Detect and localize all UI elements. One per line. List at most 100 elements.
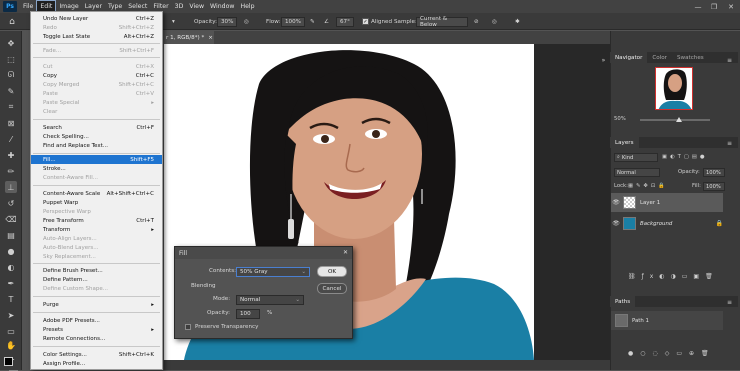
- move-tool-icon[interactable]: ✥: [5, 37, 17, 49]
- healing-brush-tool-icon[interactable]: ✚: [5, 149, 17, 161]
- layer-filter-select[interactable]: ⌕ Kind: [614, 153, 658, 162]
- navigator-zoom[interactable]: 50%: [614, 116, 626, 122]
- layer-filter-icons[interactable]: ▣◐T▢▤●: [662, 154, 708, 160]
- foreground-color-swatch[interactable]: [4, 357, 13, 366]
- blending-label: Blending: [191, 283, 216, 289]
- restore-button[interactable]: ❐: [706, 0, 722, 13]
- menu-item-transform[interactable]: Transform ▸: [31, 225, 162, 234]
- pressure-opacity-icon[interactable]: ◎: [244, 16, 249, 27]
- navigator-zoom-slider[interactable]: [640, 119, 710, 121]
- contents-select[interactable]: 50% Gray ⌄: [236, 267, 310, 277]
- hand-tool-icon[interactable]: ✋: [5, 339, 17, 351]
- crop-tool-icon[interactable]: ⌗: [5, 101, 17, 113]
- dodge-tool-icon[interactable]: ◐: [5, 261, 17, 273]
- paths-footer-icons[interactable]: ●○◌◇▭⊕🗑: [628, 350, 716, 357]
- mode-select[interactable]: Normal ⌄: [236, 295, 304, 305]
- navigator-slider-handle[interactable]: [676, 116, 682, 122]
- menu-item-content-aware-scale[interactable]: Content-Aware Scale Alt+Shift+Ctrl+C: [31, 189, 162, 198]
- close-tab-icon[interactable]: ×: [208, 35, 213, 41]
- collapse-panel-icon[interactable]: »: [600, 57, 607, 64]
- brush-tool-icon[interactable]: ✏: [5, 165, 17, 177]
- angle-field[interactable]: 67°: [336, 17, 354, 27]
- aligned-checkbox[interactable]: ✓: [362, 18, 369, 25]
- pressure-size-icon[interactable]: ◎: [492, 16, 497, 27]
- blur-tool-icon[interactable]: ●: [5, 245, 17, 257]
- pen-tool-icon[interactable]: ✒: [5, 277, 17, 289]
- menu-item-remote-connections[interactable]: Remote Connections...: [31, 334, 162, 343]
- menu-item-search[interactable]: Search Ctrl+F: [31, 123, 162, 132]
- menu-item-define-brush[interactable]: Define Brush Preset...: [31, 266, 162, 275]
- menu-item-presets[interactable]: Presets ▸: [31, 325, 162, 334]
- lock-icons[interactable]: ▦✎✥⊡🔒: [628, 183, 668, 189]
- menu-item-sky-replacement: Sky Replacement...: [43, 253, 96, 260]
- airbrush-icon[interactable]: ✎: [310, 16, 315, 27]
- opacity-label: Opacity:: [194, 18, 217, 25]
- document-tab[interactable]: r 1, RGB/8*) * ×: [164, 31, 214, 44]
- paths-menu-icon[interactable]: ≡: [726, 299, 733, 306]
- layers-opacity-field[interactable]: 100%: [703, 168, 725, 177]
- navigator-thumbnail[interactable]: [655, 67, 693, 110]
- layers-menu-icon[interactable]: ≡: [726, 140, 733, 147]
- menu-item-stroke[interactable]: Stroke...: [31, 164, 162, 173]
- preserve-transparency-checkbox[interactable]: [185, 324, 191, 330]
- tab-paths[interactable]: Paths: [610, 296, 636, 307]
- menu-item-toggle-last-state[interactable]: Toggle Last State Alt+Ctrl+Z: [31, 32, 162, 41]
- layers-fill-field[interactable]: 100%: [703, 182, 725, 191]
- menu-item-adobe-pdf-presets[interactable]: Adobe PDF Presets...: [31, 316, 162, 325]
- home-icon[interactable]: ⌂: [4, 16, 20, 27]
- menu-view[interactable]: View: [186, 0, 207, 13]
- layer-row-background[interactable]: 👁 Background 🔒: [611, 214, 723, 233]
- path-row[interactable]: Path 1: [611, 311, 723, 330]
- menu-item-assign-profile[interactable]: Assign Profile...: [31, 359, 162, 368]
- clone-source-icon[interactable]: ▾: [172, 16, 175, 27]
- menu-item-copy[interactable]: Copy Ctrl+C: [31, 71, 162, 80]
- marquee-tool-icon[interactable]: ⬚: [5, 53, 17, 65]
- eye-icon[interactable]: 👁: [611, 220, 621, 227]
- eye-icon[interactable]: 👁: [611, 199, 621, 206]
- blend-mode-select[interactable]: Normal: [614, 168, 660, 177]
- eyedropper-tool-icon[interactable]: ⁄: [5, 133, 17, 145]
- close-window-button[interactable]: ✕: [723, 0, 739, 13]
- menu-window[interactable]: Window: [207, 0, 237, 13]
- shape-tool-icon[interactable]: ▭: [5, 325, 17, 337]
- panel-menu-icon[interactable]: ≡: [726, 57, 733, 64]
- menu-3d[interactable]: 3D: [172, 0, 187, 13]
- ignore-adjustment-icon[interactable]: ⊘: [474, 16, 479, 27]
- sample-select[interactable]: Current & Below: [416, 16, 468, 28]
- tab-navigator[interactable]: Navigator: [610, 52, 648, 63]
- opacity-input[interactable]: 100: [236, 309, 260, 319]
- tab-swatches[interactable]: Swatches: [672, 52, 709, 63]
- menu-item-color-settings[interactable]: Color Settings... Shift+Ctrl+K: [31, 350, 162, 359]
- opacity-field[interactable]: 30%: [217, 17, 238, 27]
- menu-item-free-transform[interactable]: Free Transform Ctrl+T: [31, 216, 162, 225]
- flow-field[interactable]: 100%: [281, 17, 305, 27]
- menu-item-puppet-warp[interactable]: Puppet Warp: [31, 198, 162, 207]
- menu-item-undo[interactable]: Undo New Layer Ctrl+Z: [31, 14, 162, 23]
- horizontal-scrollbar[interactable]: [164, 360, 610, 370]
- eraser-tool-icon[interactable]: ⌫: [5, 213, 17, 225]
- close-dialog-icon[interactable]: ✕: [343, 249, 348, 256]
- quick-select-tool-icon[interactable]: ✎: [5, 85, 17, 97]
- layers-footer-icons[interactable]: ⛓ƒx◐◑▭▣🗑: [628, 273, 719, 280]
- tab-layers[interactable]: Layers: [610, 137, 639, 148]
- minimize-button[interactable]: —: [690, 0, 706, 13]
- frame-tool-icon[interactable]: ⊠: [5, 117, 17, 129]
- cancel-button[interactable]: Cancel: [317, 283, 347, 294]
- lasso-tool-icon[interactable]: ᘏ: [5, 69, 17, 81]
- path-selection-tool-icon[interactable]: ➤: [5, 309, 17, 321]
- chevron-down-icon: ⌄: [295, 297, 300, 303]
- menu-item-check-spelling[interactable]: Check Spelling...: [31, 132, 162, 141]
- brush-settings-icon[interactable]: ✱: [515, 16, 520, 27]
- tab-color[interactable]: Color: [647, 52, 672, 63]
- menu-item-find-replace[interactable]: Find and Replace Text...: [31, 141, 162, 150]
- type-tool-icon[interactable]: T: [5, 293, 17, 305]
- ok-button[interactable]: OK: [317, 266, 347, 277]
- gradient-tool-icon[interactable]: ▤: [5, 229, 17, 241]
- menu-help[interactable]: Help: [237, 0, 257, 13]
- history-brush-tool-icon[interactable]: ↺: [5, 197, 17, 209]
- menu-item-define-pattern[interactable]: Define Pattern...: [31, 275, 162, 284]
- layer-row-layer-1[interactable]: 👁 Layer 1: [611, 193, 723, 212]
- clone-stamp-tool-icon[interactable]: ⊥: [5, 181, 17, 193]
- menu-item-fill[interactable]: Fill... Shift+F5: [31, 155, 162, 164]
- menu-item-purge[interactable]: Purge ▸: [31, 300, 162, 309]
